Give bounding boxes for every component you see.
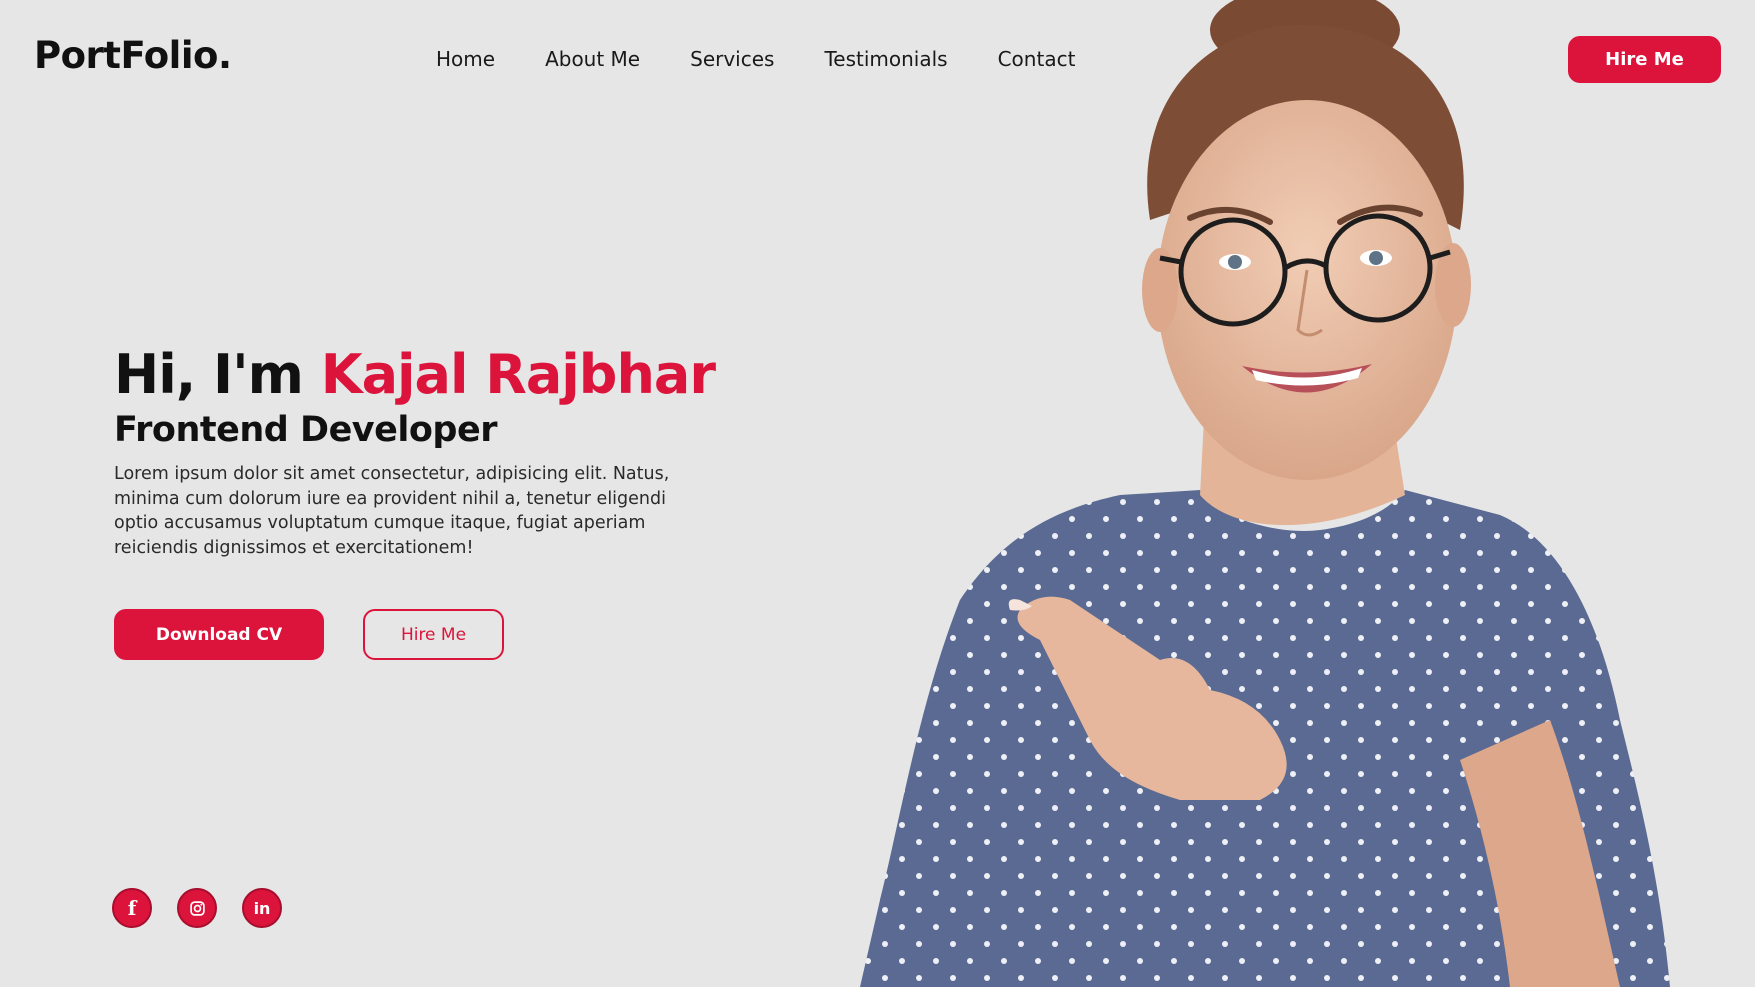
linkedin-glyph: in [253,898,271,918]
hero-name: Kajal Rajbhar [320,343,716,406]
hero-greeting: Hi, I'm [114,343,321,406]
download-cv-button[interactable]: Download CV [114,609,324,660]
nav-about-me[interactable]: About Me [545,47,640,71]
hero-hire-me-button[interactable]: Hire Me [363,609,504,660]
social-links: f in [112,888,282,928]
instagram-glyph [189,900,205,916]
hero-title: Hi, I'm Kajal Rajbhar [114,343,716,406]
facebook-glyph: f [127,896,137,920]
hero-section: Hi, I'm Kajal Rajbhar Frontend Developer… [114,343,716,560]
portrait-photo [860,0,1670,987]
logo[interactable]: PortFolio. [34,34,232,77]
nav-services[interactable]: Services [690,47,774,71]
hero-actions: Download CV Hire Me [114,609,504,660]
instagram-icon[interactable] [177,888,217,928]
linkedin-icon[interactable]: in [242,888,282,928]
hero-role: Frontend Developer [114,410,497,451]
facebook-icon[interactable]: f [112,888,152,928]
hero-description: Lorem ipsum dolor sit amet consectetur, … [114,464,670,558]
nav-home[interactable]: Home [436,47,495,71]
